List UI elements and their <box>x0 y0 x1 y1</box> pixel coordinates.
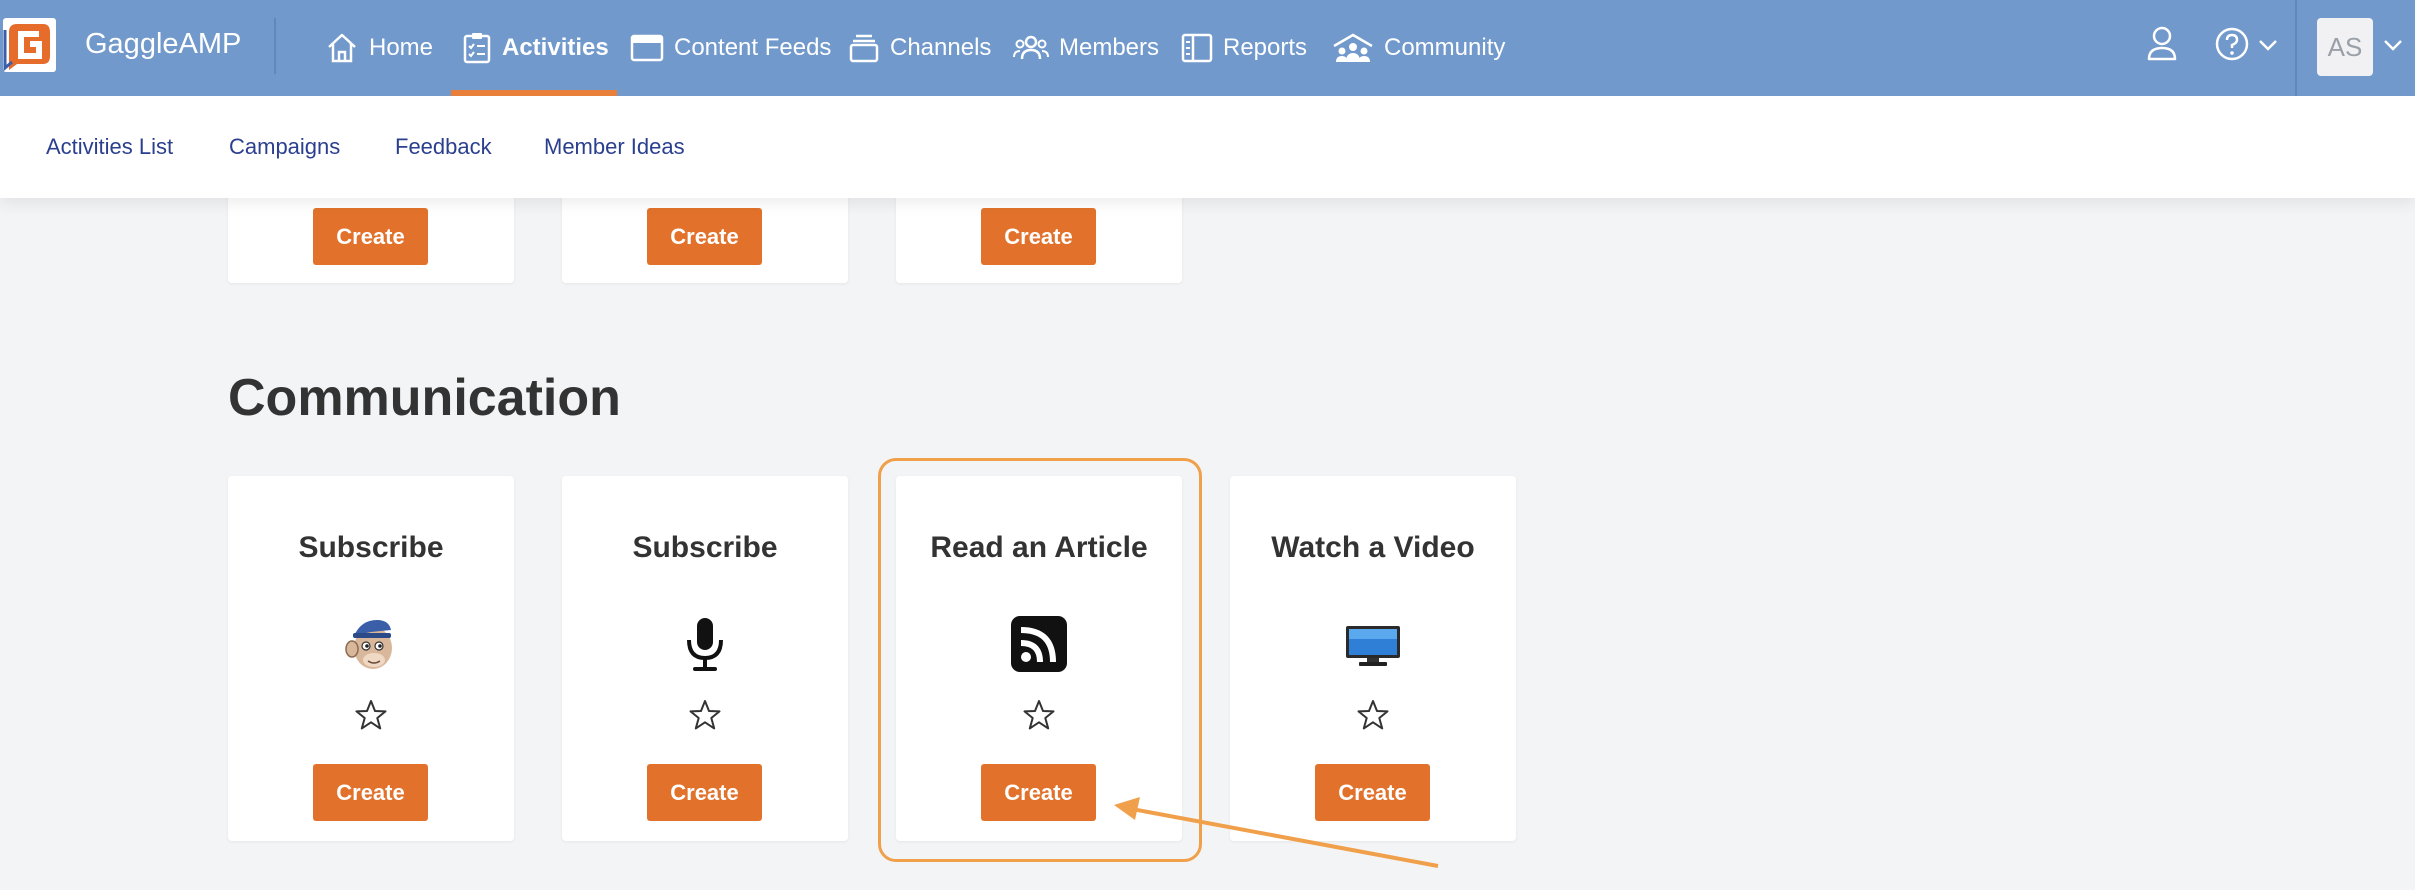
avatar[interactable]: AS <box>2317 18 2373 76</box>
monitor-icon <box>1345 616 1401 672</box>
mailchimp-icon <box>343 616 399 672</box>
card-title: Subscribe <box>298 531 444 564</box>
subnav-campaigns[interactable]: Campaigns <box>229 134 340 160</box>
microphone-icon <box>677 616 733 672</box>
subnav-feedback[interactable]: Feedback <box>395 134 492 160</box>
nav-home-label: Home <box>369 34 434 61</box>
subnav-activities-list[interactable]: Activities List <box>46 134 173 160</box>
section-title: Communication <box>228 369 621 427</box>
favorite-star-icon[interactable] <box>1356 698 1390 732</box>
card-title: Watch a Video <box>1271 531 1475 564</box>
active-tab-indicator <box>451 90 617 96</box>
chevron-down-icon <box>2259 40 2277 51</box>
create-button[interactable]: Create <box>647 208 762 265</box>
users-icon <box>1013 35 1049 60</box>
create-button[interactable]: Create <box>981 208 1096 265</box>
top-navbar: GaggleAMP Home Activities Content Feeds <box>0 0 2415 96</box>
help-menu[interactable] <box>2214 24 2277 69</box>
activity-card-subscribe-podcast: Subscribe Create <box>562 476 848 841</box>
help-icon <box>2215 27 2249 61</box>
columns-icon <box>1181 33 1213 63</box>
nav-members[interactable]: Members <box>1013 0 1159 96</box>
nav-activities-label: Activities <box>502 34 609 61</box>
nav-content-feeds[interactable]: Content Feeds <box>630 0 831 96</box>
annotation-arrow <box>1114 797 1439 868</box>
nav-community-label: Community <box>1384 34 1506 61</box>
gaggleamp-logo[interactable] <box>3 18 56 72</box>
user-menu[interactable]: AS <box>2295 0 2415 96</box>
nav-community[interactable]: Community <box>1332 0 1505 96</box>
window-icon <box>630 34 664 62</box>
subnav-member-ideas[interactable]: Member Ideas <box>544 134 685 160</box>
nav-reports[interactable]: Reports <box>1181 0 1307 96</box>
profile-icon[interactable] <box>2145 24 2179 69</box>
nav-channels-label: Channels <box>890 34 992 61</box>
nav-channels[interactable]: Channels <box>848 0 991 96</box>
nav-content-feeds-label: Content Feeds <box>674 34 832 61</box>
home-icon <box>328 33 356 63</box>
sub-navbar: Activities List Campaigns Feedback Membe… <box>0 96 2415 198</box>
card-title: Subscribe <box>632 531 778 564</box>
clipboard-check-icon <box>463 33 491 64</box>
divider <box>274 18 276 74</box>
favorite-star-icon[interactable] <box>354 698 388 732</box>
create-button[interactable]: Create <box>647 764 762 821</box>
favorite-star-icon[interactable] <box>688 698 722 732</box>
chevron-down-icon <box>2384 40 2402 51</box>
activity-card-subscribe-mailchimp: Subscribe Create <box>228 476 514 841</box>
create-button[interactable]: Create <box>313 208 428 265</box>
nav-home[interactable]: Home <box>325 0 433 96</box>
community-icon <box>1333 33 1373 62</box>
nav-reports-label: Reports <box>1223 34 1308 61</box>
stack-icon <box>849 34 879 63</box>
create-button[interactable]: Create <box>313 764 428 821</box>
nav-activities[interactable]: Activities <box>462 0 609 96</box>
brand-name[interactable]: GaggleAMP <box>85 28 241 61</box>
nav-members-label: Members <box>1059 34 1160 61</box>
